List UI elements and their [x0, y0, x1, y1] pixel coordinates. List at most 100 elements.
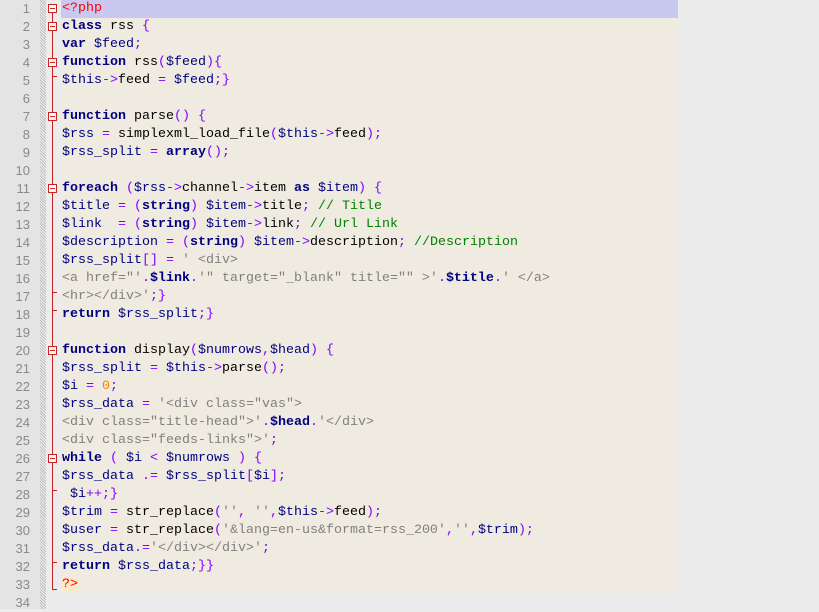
token-operator: ->: [317, 505, 334, 520]
code-line[interactable]: <div class="feeds-links">';: [61, 432, 819, 450]
code-line[interactable]: function rss($feed){: [61, 54, 819, 72]
token-identifier: feed: [333, 127, 366, 142]
fold-collapse-icon[interactable]: [48, 22, 57, 31]
code-line-text: return $rss_split;}: [61, 307, 214, 322]
code-line[interactable]: $rss_split = array();: [61, 144, 819, 162]
token-identifier: [102, 217, 118, 232]
token-variable: $rss_split: [118, 307, 198, 322]
code-line-text: $rss_split = array();: [61, 145, 230, 160]
token-identifier: channel: [182, 181, 238, 196]
token-identifier: feed: [118, 73, 158, 88]
line-number: 21: [15, 361, 30, 376]
token-operator: ->: [317, 127, 334, 142]
token-string: <a href="': [62, 271, 142, 286]
code-line[interactable]: $user = str_replace('&lang=en-us&format=…: [61, 522, 819, 540]
token-variable: $head: [270, 343, 310, 358]
code-line[interactable]: function display($numrows,$head) {: [61, 342, 819, 360]
token-operator: <: [150, 451, 158, 466]
code-line[interactable]: return $rss_data;}}: [61, 558, 819, 576]
code-line[interactable]: <hr></div>';}: [61, 288, 819, 306]
token-identifier: [118, 451, 126, 466]
token-variable: $title: [62, 199, 110, 214]
fold-end-marker: [52, 589, 57, 590]
code-line[interactable]: [61, 324, 819, 342]
token-operator: ,: [269, 505, 278, 520]
token-identifier: [158, 451, 166, 466]
token-operator: (: [181, 235, 190, 250]
code-line[interactable]: $rss_split = $this->parse();: [61, 360, 819, 378]
token-operator: ){: [206, 55, 222, 70]
fold-collapse-icon[interactable]: [48, 346, 57, 355]
code-line[interactable]: var $feed;: [61, 36, 819, 54]
fold-collapse-icon[interactable]: [48, 58, 57, 67]
code-editor[interactable]: <?php class rss {var $feed; function rss($…: [61, 0, 819, 612]
code-line[interactable]: [61, 594, 819, 612]
code-line[interactable]: function parse() {: [61, 108, 819, 126]
code-line[interactable]: $this->feed = $feed;}: [61, 72, 819, 90]
token-operator: (: [158, 55, 166, 70]
code-line[interactable]: while ( $i < $numrows ) {: [61, 450, 819, 468]
token-operator: ,: [237, 505, 246, 520]
code-line-text: class rss {: [61, 19, 150, 34]
token-operator: ;: [397, 235, 406, 250]
fold-collapse-icon[interactable]: [48, 4, 57, 13]
token-operator: (: [269, 127, 278, 142]
code-line-text: ?>: [61, 577, 78, 592]
line-number: 31: [15, 541, 30, 556]
token-operator: {: [198, 109, 206, 124]
code-line[interactable]: $link = (string) $item->link; // Url Lin…: [61, 216, 819, 234]
code-line[interactable]: <a href="'.$link.'" target="_blank" titl…: [61, 270, 819, 288]
token-keyword: function: [62, 55, 126, 70]
token-variable: $feed: [166, 55, 206, 70]
code-line[interactable]: $title = (string) $item->title; // Title: [61, 198, 819, 216]
code-line[interactable]: <div class="title-head">'.$head.'</div>: [61, 414, 819, 432]
token-operator: ->: [246, 199, 262, 214]
token-operator: (: [126, 181, 134, 196]
fold-margin[interactable]: [46, 0, 61, 609]
token-operator: ];: [269, 469, 286, 484]
token-identifier: item: [254, 181, 294, 196]
code-line[interactable]: $rss_data .= $rss_split[$i];: [61, 468, 819, 486]
line-number: 29: [15, 505, 30, 520]
token-variable: $i: [70, 487, 86, 502]
code-line[interactable]: [61, 90, 819, 108]
token-identifier: [158, 145, 166, 160]
code-line[interactable]: $rss_data = '<div class="vas">: [61, 396, 819, 414]
code-line[interactable]: $rss_split[] = ' <div>: [61, 252, 819, 270]
token-operator: ): [237, 235, 246, 250]
token-variable: $rss_data: [118, 559, 190, 574]
token-operator: ();: [205, 145, 230, 160]
token-string: <div class="title-head">': [62, 415, 262, 430]
line-number: 7: [22, 109, 30, 124]
line-number: 9: [22, 145, 30, 160]
fold-collapse-icon[interactable]: [48, 454, 57, 463]
code-line[interactable]: return $rss_split;}: [61, 306, 819, 324]
code-line[interactable]: $i++;}: [61, 486, 819, 504]
fold-collapse-icon[interactable]: [48, 184, 57, 193]
code-line-text: function rss($feed){: [61, 55, 222, 70]
code-line[interactable]: $rss_data.='</div></div>';: [61, 540, 819, 558]
token-operator: ->: [166, 181, 182, 196]
token-identifier: rss: [102, 19, 142, 34]
token-operator: );: [365, 505, 382, 520]
token-keyword: var: [62, 37, 86, 52]
code-line[interactable]: $i = 0;: [61, 378, 819, 396]
code-line[interactable]: $description = (string) $item->descripti…: [61, 234, 819, 252]
code-line[interactable]: foreach ($rss->channel->item as $item) {: [61, 180, 819, 198]
token-variable: $feed: [94, 37, 134, 52]
code-line[interactable]: [61, 162, 819, 180]
token-operator: (: [190, 343, 198, 358]
code-line[interactable]: $trim = str_replace('', '',$this->feed);: [61, 504, 819, 522]
code-line[interactable]: class rss {: [61, 18, 819, 36]
token-operator: (): [174, 109, 190, 124]
token-variable: $feed: [174, 73, 214, 88]
token-string: <hr></div>': [62, 289, 150, 304]
code-line[interactable]: $rss = simplexml_load_file($this->feed);: [61, 126, 819, 144]
token-identifier: display: [126, 343, 190, 358]
code-line-text: $rss_split[] = ' <div>: [61, 253, 238, 268]
fold-collapse-icon[interactable]: [48, 112, 57, 121]
current-line[interactable]: <?php: [61, 0, 819, 18]
code-line[interactable]: ?>: [61, 576, 819, 594]
